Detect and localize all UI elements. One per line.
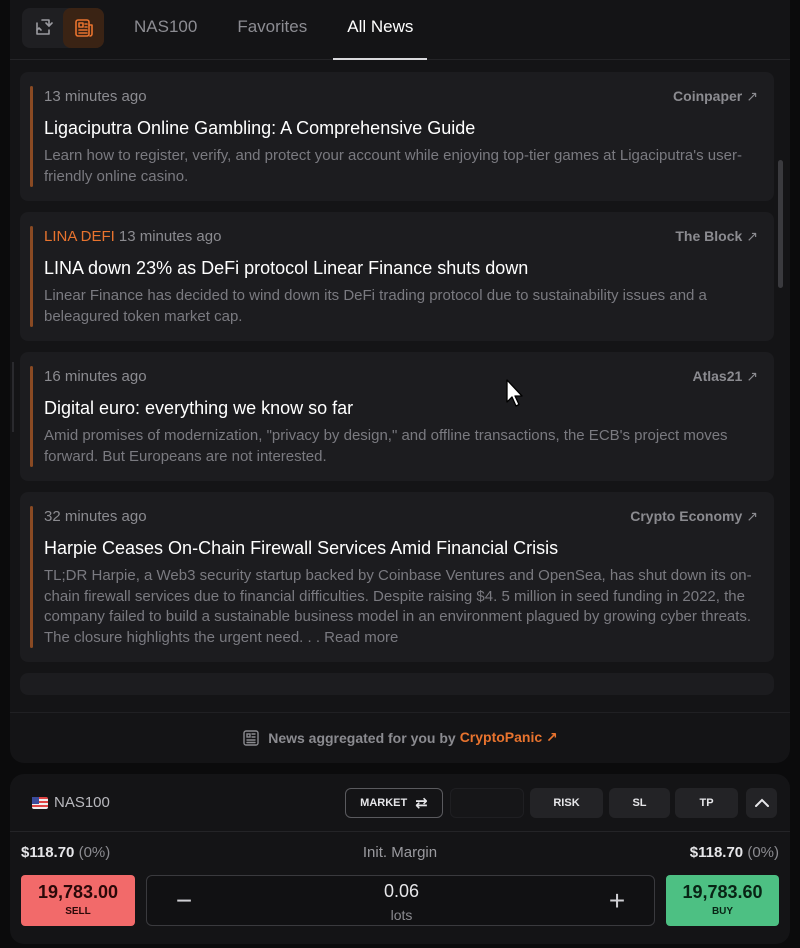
- take-profit-button[interactable]: TP: [675, 788, 738, 818]
- footer-text: News aggregated for you by: [268, 729, 456, 746]
- news-footer: News aggregated for you by CryptoPanic ↗: [10, 712, 790, 762]
- news-view-button[interactable]: [63, 8, 104, 48]
- refresh-icon: ⇄: [415, 795, 428, 812]
- news-meta: 16 minutes ago: [44, 368, 758, 388]
- trade-panel: NAS100 MARKET ⇄ RISK SL TP $118.70 (0%) I…: [10, 774, 790, 944]
- symbol-label: NAS100: [54, 794, 110, 811]
- external-link-icon: ↗: [746, 88, 758, 104]
- lots-value[interactable]: 0.06: [147, 881, 656, 902]
- news-description: Learn how to register, verify, and prote…: [44, 147, 742, 185]
- collapse-button[interactable]: [746, 788, 777, 818]
- tab-all-news[interactable]: All News: [333, 0, 428, 60]
- mouse-cursor-icon: [506, 379, 523, 407]
- external-link-icon: ↗: [746, 508, 758, 524]
- swap-view-button[interactable]: [22, 8, 63, 48]
- news-title[interactable]: LINA down 23% as DeFi protocol Linear Fi…: [44, 256, 758, 280]
- buy-button[interactable]: 19,783.60 BUY: [666, 875, 779, 926]
- feed-scrollbar[interactable]: [778, 160, 783, 288]
- newspaper-icon: [243, 729, 259, 746]
- margin-label: Init. Margin: [362, 844, 438, 861]
- news-card[interactable]: 32 minutes ago Crypto Economy ↗ Harpie Ce…: [20, 492, 774, 662]
- news-meta: 13 minutes ago: [44, 88, 758, 108]
- symbol-selector[interactable]: NAS100: [32, 794, 110, 811]
- lots-stepper: − 0.06 lots +: [146, 875, 655, 926]
- news-title[interactable]: Harpie Ceases On-Chain Firewall Services…: [44, 536, 758, 560]
- news-feed[interactable]: 13 minutes ago Coinpaper ↗ Ligaciputra On…: [20, 72, 774, 708]
- news-time: 32 minutes ago: [44, 508, 147, 525]
- news-time: 13 minutes ago: [118, 228, 222, 245]
- news-topbar: NAS100 Favorites All News: [10, 0, 790, 60]
- news-description: Amid promises of modernization, "privacy…: [44, 427, 728, 465]
- trade-header: NAS100 MARKET ⇄ RISK SL TP: [10, 774, 790, 832]
- cryptopanic-link[interactable]: CryptoPanic ↗: [460, 729, 558, 746]
- news-description: Linear Finance has decided to wind down …: [44, 287, 707, 325]
- price-input[interactable]: [450, 788, 524, 818]
- news-card-partial[interactable]: [20, 673, 774, 695]
- news-source-link[interactable]: Crypto Economy ↗: [630, 508, 758, 525]
- newspaper-icon: [74, 19, 93, 37]
- news-tag[interactable]: LINA DEFI: [44, 228, 115, 245]
- chevron-up-icon: [754, 798, 769, 807]
- tab-nas100[interactable]: NAS100: [120, 0, 211, 60]
- lots-unit: lots: [390, 907, 413, 923]
- divider: [12, 362, 14, 432]
- news-title[interactable]: Digital euro: everything we know so far: [44, 396, 758, 420]
- news-source-link[interactable]: Coinpaper ↗: [673, 88, 758, 105]
- news-card[interactable]: LINA DEFI 13 minutes ago The Block ↗ LINA …: [20, 212, 774, 341]
- order-type-button[interactable]: MARKET ⇄: [345, 788, 443, 818]
- news-title[interactable]: Ligaciputra Online Gambling: A Comprehen…: [44, 116, 758, 140]
- news-meta: LINA DEFI 13 minutes ago: [44, 228, 758, 248]
- news-tabs: NAS100 Favorites All News: [120, 0, 439, 60]
- stop-loss-button[interactable]: SL: [609, 788, 670, 818]
- news-panel: NAS100 Favorites All News 13 minutes ago…: [10, 0, 790, 763]
- swap-icon: [35, 19, 53, 35]
- us-flag-icon: [32, 796, 48, 809]
- sell-button[interactable]: 19,783.00 SELL: [21, 875, 135, 926]
- news-time: 13 minutes ago: [44, 88, 147, 105]
- view-toggle-group: [22, 8, 104, 48]
- buy-price: 19,783.60: [682, 882, 763, 902]
- tab-favorites[interactable]: Favorites: [223, 0, 321, 60]
- external-link-icon: ↗: [746, 228, 758, 244]
- increase-lots-button[interactable]: +: [600, 884, 634, 918]
- news-source-link[interactable]: The Block ↗: [675, 228, 758, 245]
- external-link-icon: ↗: [746, 368, 758, 384]
- news-time: 16 minutes ago: [44, 368, 147, 385]
- buy-label: BUY: [711, 906, 734, 917]
- margin-row: $118.70 (0%) Init. Margin $118.70 (0%): [10, 844, 790, 866]
- news-card[interactable]: 13 minutes ago Coinpaper ↗ Ligaciputra On…: [20, 72, 774, 201]
- news-card[interactable]: 16 minutes ago Atlas21 ↗ Digital euro: ev…: [20, 352, 774, 481]
- external-link-icon: ↗: [546, 729, 558, 745]
- risk-button[interactable]: RISK: [530, 788, 603, 818]
- news-source-link[interactable]: Atlas21 ↗: [692, 368, 758, 385]
- sell-label: SELL: [65, 906, 91, 917]
- news-description: TL;DR Harpie, a Web3 security startup ba…: [44, 567, 752, 646]
- sell-price: 19,783.00: [37, 882, 119, 902]
- buy-margin: $118.70 (0%): [689, 844, 779, 861]
